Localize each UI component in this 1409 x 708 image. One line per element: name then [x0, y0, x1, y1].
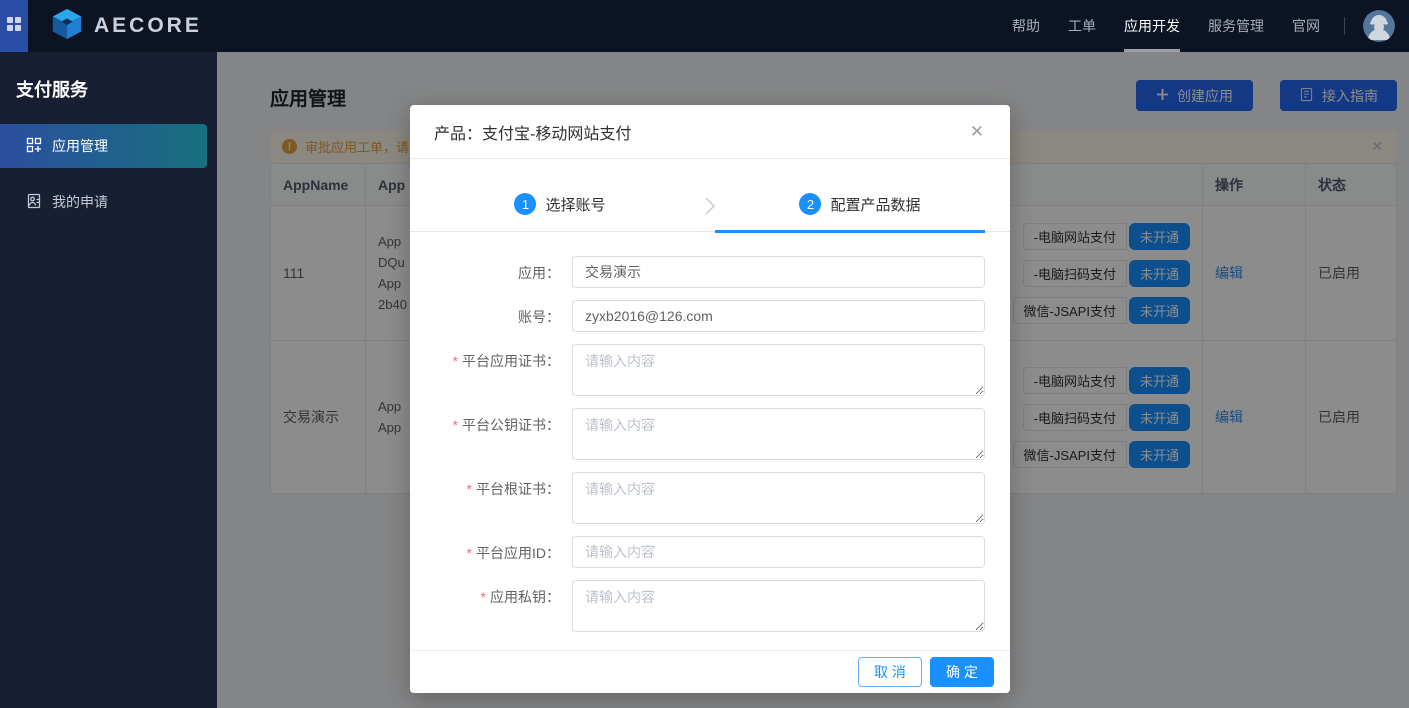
modal-title: 产品：支付宝-移动网站支付: [434, 120, 631, 144]
required-asterisk: *: [453, 353, 458, 369]
form-row-6: *应用私钥：: [410, 580, 1010, 632]
field-input[interactable]: [572, 536, 985, 568]
brand[interactable]: AECORE: [50, 7, 202, 46]
step-number-badge: 1: [514, 193, 536, 215]
user-avatar[interactable]: [1363, 10, 1395, 42]
modal-form: 应用：账号：*平台应用证书：*平台公钥证书：*平台根证书：*平台应用ID：*应用…: [410, 256, 1010, 632]
form-row-0: 应用：: [410, 256, 1010, 288]
form-row-5: *平台应用ID：: [410, 536, 1010, 568]
modal-steps: 1 选择账号 2 配置产品数据: [410, 193, 1010, 232]
field-label-text: 平台应用证书：: [462, 353, 560, 369]
step-label: 选择账号: [545, 194, 605, 215]
step-2[interactable]: 2 配置产品数据: [710, 193, 1010, 231]
field-label-text: 应用私钥：: [490, 589, 560, 605]
sidebar-menu: 应用管理我的申请: [0, 124, 217, 224]
product-config-modal: 产品：支付宝-移动网站支付 ✕ 1选择账号2配置产品数据 应用：账号：*平台应用…: [410, 105, 1010, 693]
field-textarea[interactable]: [572, 344, 985, 396]
step-chevron-icon: [704, 195, 716, 222]
modal-close-icon[interactable]: ✕: [966, 119, 988, 144]
field-input[interactable]: [572, 300, 985, 332]
field-label-text: 账号：: [518, 309, 560, 325]
sidebar: 支付服务 应用管理我的申请: [0, 52, 217, 708]
modal-footer: 取 消 确 定: [410, 650, 1010, 693]
app-launcher-button[interactable]: [0, 0, 28, 52]
field-label: 账号：: [410, 300, 572, 332]
field-label-text: 平台公钥证书：: [462, 417, 560, 433]
top-navbar: AECORE 帮助工单应用开发服务管理官网: [0, 0, 1409, 52]
app-root: AECORE 帮助工单应用开发服务管理官网 支付服务 应用管理我的申请 应用管理…: [0, 0, 1409, 708]
sidebar-item-label: 应用管理: [52, 136, 108, 156]
step-1[interactable]: 1 选择账号: [410, 193, 710, 231]
nav-item-应用开发[interactable]: 应用开发: [1124, 0, 1180, 52]
field-textarea[interactable]: [572, 408, 985, 460]
field-label: 应用：: [410, 256, 572, 288]
field-label-text: 平台应用ID：: [476, 545, 560, 561]
form-row-3: *平台公钥证书：: [410, 408, 1010, 460]
nav-item-帮助[interactable]: 帮助: [1012, 0, 1040, 52]
sidebar-item-label: 我的申请: [52, 192, 108, 212]
modal-header: 产品：支付宝-移动网站支付 ✕: [410, 105, 1010, 159]
app-manage-icon: [26, 137, 42, 156]
field-label: *应用私钥：: [410, 580, 572, 632]
sidebar-title: 支付服务: [0, 52, 217, 124]
sidebar-item-我的申请[interactable]: 我的申请: [0, 180, 207, 224]
field-label: *平台公钥证书：: [410, 408, 572, 460]
field-label: *平台应用ID：: [410, 536, 572, 568]
grid-icon: [7, 17, 21, 36]
brand-name: AECORE: [94, 14, 202, 38]
nav-item-工单[interactable]: 工单: [1068, 0, 1096, 52]
form-row-2: *平台应用证书：: [410, 344, 1010, 396]
cancel-button[interactable]: 取 消: [858, 657, 922, 687]
navbar-divider: [1344, 17, 1345, 35]
form-row-4: *平台根证书：: [410, 472, 1010, 524]
field-label: *平台根证书：: [410, 472, 572, 524]
field-textarea[interactable]: [572, 472, 985, 524]
step-label: 配置产品数据: [830, 194, 920, 215]
nav-item-官网[interactable]: 官网: [1292, 0, 1320, 52]
sidebar-item-应用管理[interactable]: 应用管理: [0, 124, 207, 168]
active-step-indicator: [715, 230, 985, 233]
confirm-button[interactable]: 确 定: [930, 657, 994, 687]
brand-logo-icon: [50, 7, 84, 46]
nav-item-服务管理[interactable]: 服务管理: [1208, 0, 1264, 52]
field-input[interactable]: [572, 256, 985, 288]
field-textarea[interactable]: [572, 580, 985, 632]
field-label-text: 应用：: [518, 265, 560, 281]
form-row-1: 账号：: [410, 300, 1010, 332]
required-asterisk: *: [467, 545, 472, 561]
required-asterisk: *: [453, 417, 458, 433]
navbar-menu: 帮助工单应用开发服务管理官网: [1012, 0, 1320, 52]
required-asterisk: *: [481, 589, 486, 605]
field-label-text: 平台根证书：: [476, 481, 560, 497]
my-apply-icon: [26, 193, 42, 212]
step-number-badge: 2: [799, 193, 821, 215]
field-label: *平台应用证书：: [410, 344, 572, 396]
required-asterisk: *: [467, 481, 472, 497]
